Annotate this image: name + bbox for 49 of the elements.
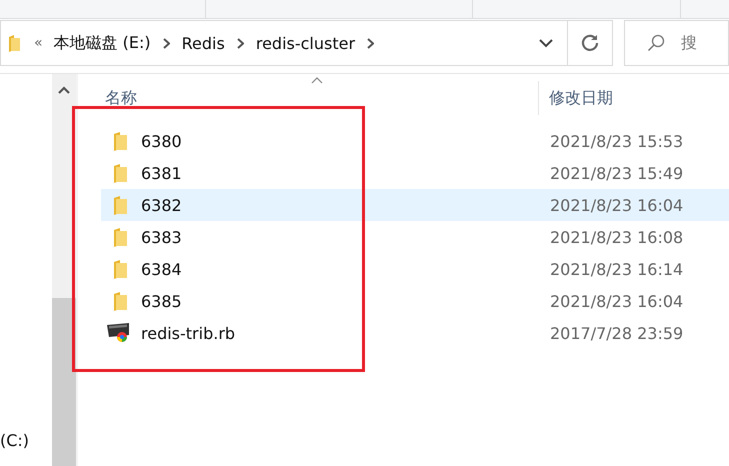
folder-icon xyxy=(113,228,127,246)
modified-date: 2021/8/23 15:49 xyxy=(550,164,684,182)
modified-date: 2021/8/23 16:04 xyxy=(550,292,684,310)
file-name: 6380 xyxy=(141,132,183,150)
file-name: 6381 xyxy=(141,164,183,182)
file-name: 6382 xyxy=(141,196,183,214)
file-row[interactable]: 6385 2021/8/23 16:04 xyxy=(101,285,729,317)
breadcrumb[interactable]: Redis xyxy=(182,34,225,52)
file-name: 6383 xyxy=(141,228,183,246)
column-header[interactable]: 修改日期 xyxy=(549,88,613,108)
modified-date: 2021/8/23 15:53 xyxy=(550,132,684,150)
folder-icon xyxy=(113,292,127,310)
refresh-icon xyxy=(581,34,599,52)
sort-caret-icon[interactable] xyxy=(311,77,323,84)
file-name: 6385 xyxy=(141,292,183,310)
file-row[interactable]: 6380 2021/8/23 15:53 xyxy=(101,125,729,157)
column-header[interactable]: 名称 xyxy=(105,81,539,115)
modified-date: 2021/8/23 16:14 xyxy=(550,260,684,278)
file-name: redis-trib.rb xyxy=(141,324,236,342)
chevron-icon[interactable] xyxy=(367,38,374,48)
file-row[interactable]: 6381 2021/8/23 15:49 xyxy=(101,157,729,189)
nav-item[interactable]: (C:) xyxy=(0,431,52,450)
modified-date: 2021/8/23 16:08 xyxy=(550,228,684,246)
folder-icon xyxy=(113,196,127,214)
chevron-icon[interactable] xyxy=(162,38,170,48)
dropdown-icon[interactable] xyxy=(539,38,553,48)
overflow-mark[interactable]: « xyxy=(34,35,43,51)
modified-date: 2017/7/28 23:59 xyxy=(550,324,684,342)
file-name: 6384 xyxy=(141,260,183,278)
file-row[interactable]: 6384 2021/8/23 16:14 xyxy=(101,253,729,285)
breadcrumb[interactable]: 本地磁盘 (E:) xyxy=(54,32,151,54)
scroll-up-icon[interactable] xyxy=(58,86,70,94)
scroll-thumb[interactable] xyxy=(52,298,76,466)
file-row[interactable]: redis-trib.rb 2017/7/28 23:59 xyxy=(101,317,729,349)
folder-icon xyxy=(8,34,20,52)
chevron-icon[interactable] xyxy=(236,38,244,48)
modified-date: 2021/8/23 16:04 xyxy=(550,196,684,214)
search-field[interactable]: 搜 xyxy=(624,20,729,66)
file-row[interactable]: 6382 2021/8/23 16:04 xyxy=(101,189,729,221)
folder-icon xyxy=(113,260,127,278)
refresh-button[interactable] xyxy=(568,20,613,66)
breadcrumb[interactable]: redis-cluster xyxy=(256,34,356,52)
script-file-icon xyxy=(107,323,131,343)
scrollbar[interactable] xyxy=(52,74,78,466)
file-row[interactable]: 6383 2021/8/23 16:08 xyxy=(101,221,729,253)
address-bar[interactable]: « 本地磁盘 (E:) Redis redis-cluster xyxy=(0,20,568,66)
folder-icon xyxy=(113,132,127,150)
search-icon xyxy=(647,34,665,52)
folder-icon xyxy=(113,164,127,182)
